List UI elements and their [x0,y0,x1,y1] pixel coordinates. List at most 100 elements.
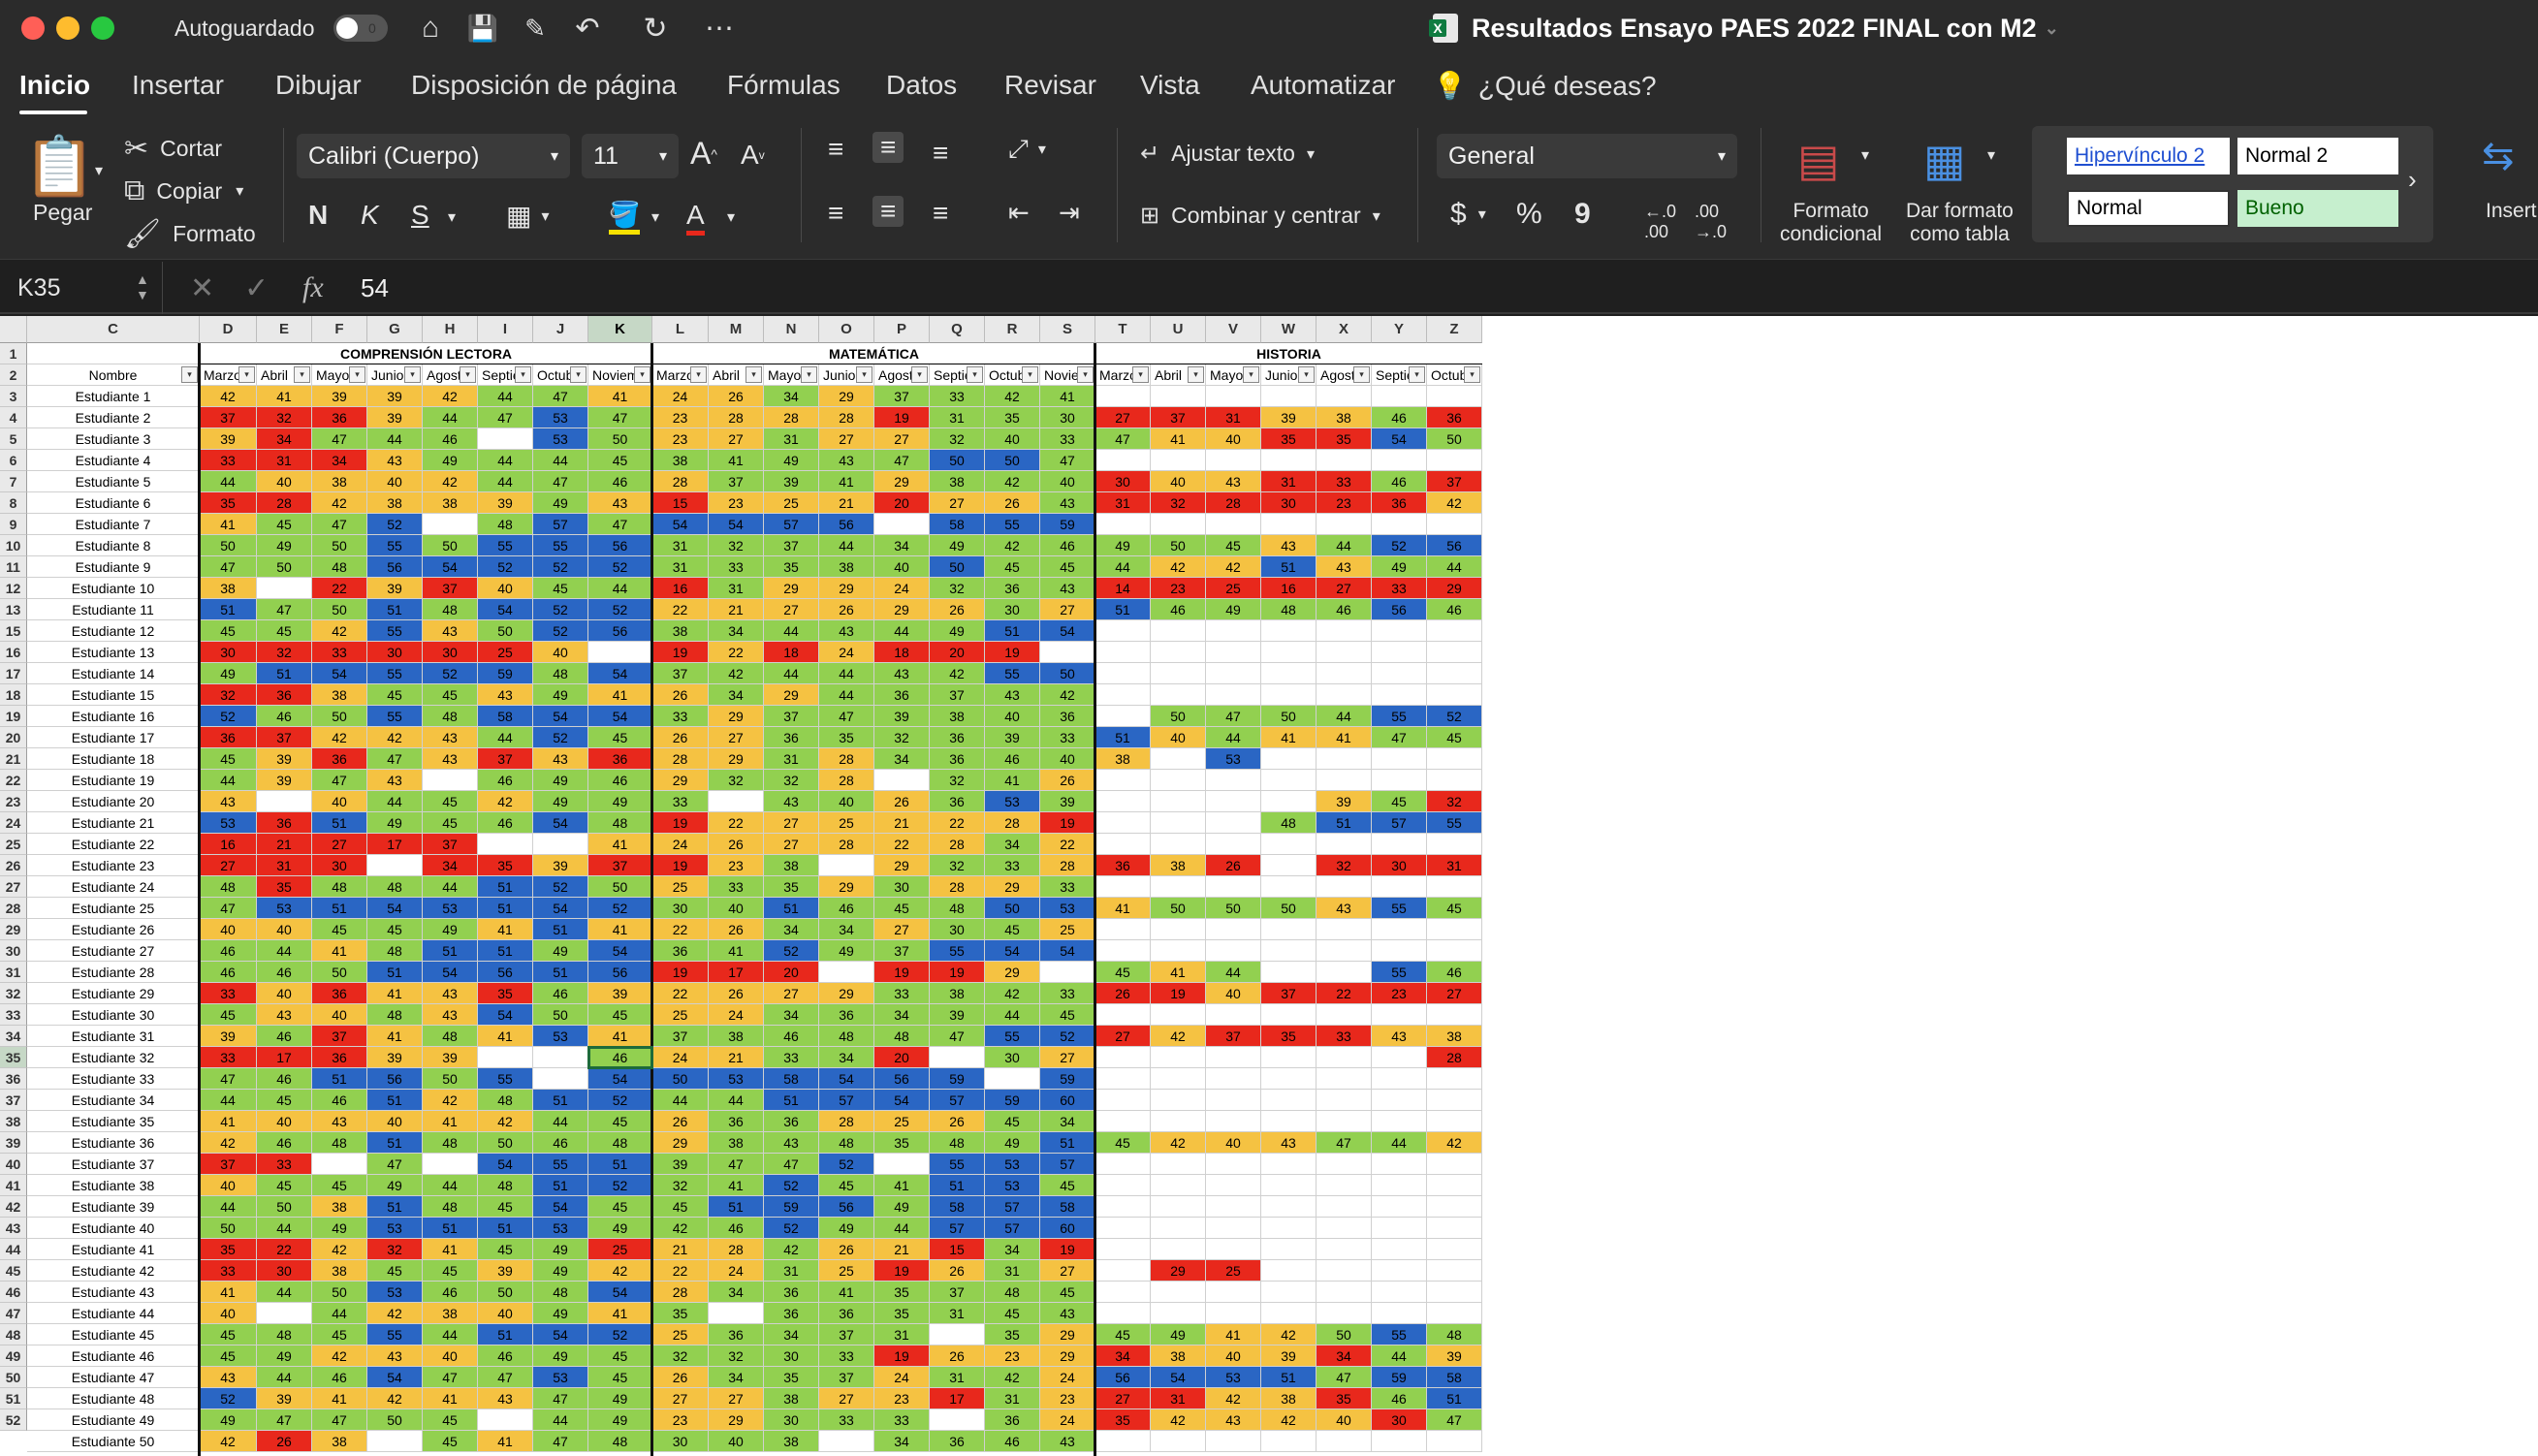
comprension-score-cell[interactable]: 51 [478,898,533,919]
historia-score-cell[interactable]: 35 [1317,1388,1372,1409]
row-header[interactable]: 6 [0,450,27,471]
matematica-score-cell[interactable]: 33 [874,1409,930,1431]
comprension-score-cell[interactable] [478,1409,533,1431]
historia-score-cell[interactable] [1095,770,1151,791]
matematica-score-cell[interactable]: 19 [874,1260,930,1282]
matematica-score-cell[interactable]: 22 [709,812,764,834]
historia-score-cell[interactable]: 35 [1261,1026,1317,1047]
column-header-k[interactable]: K [588,316,652,343]
comprension-score-cell[interactable]: 44 [367,791,423,812]
matematica-score-cell[interactable]: 33 [652,791,709,812]
comprension-score-cell[interactable]: 41 [200,1282,257,1303]
matematica-score-cell[interactable]: 27 [709,1388,764,1409]
matematica-score-cell[interactable]: 33 [930,386,985,407]
historia-score-cell[interactable] [1317,663,1372,684]
matematica-score-cell[interactable]: 36 [764,1282,819,1303]
comprension-score-cell[interactable]: 44 [200,1090,257,1111]
historia-score-cell[interactable]: 51 [1095,727,1151,748]
filter-dropdown-icon[interactable]: ▾ [690,366,707,383]
historia-score-cell[interactable]: 45 [1095,1324,1151,1345]
historia-score-cell[interactable]: 59 [1372,1367,1427,1388]
student-name-cell[interactable]: Estudiante 26 [27,919,200,940]
historia-score-cell[interactable]: 42 [1427,1132,1482,1154]
column-header-p[interactable]: P [874,316,930,343]
historia-score-cell[interactable] [1317,919,1372,940]
comprension-score-cell[interactable]: 48 [588,1132,652,1154]
comprension-score-cell[interactable]: 49 [588,1218,652,1239]
matematica-score-cell[interactable]: 22 [652,919,709,940]
student-name-cell[interactable]: Estudiante 12 [27,620,200,642]
comprension-score-cell[interactable]: 46 [257,706,312,727]
orientation-icon[interactable]: ⤢ ▾ [1008,134,1046,165]
student-name-cell[interactable]: Estudiante 25 [27,898,200,919]
style-normal[interactable]: Normal [2067,190,2230,227]
comprension-score-cell[interactable]: 51 [478,1218,533,1239]
row-header[interactable]: 36 [0,1068,27,1090]
filter-dropdown-icon[interactable]: ▾ [911,366,928,383]
stepper-icon[interactable]: ▲ ▼ [136,271,149,302]
historia-score-cell[interactable] [1095,514,1151,535]
comprension-score-cell[interactable]: 46 [423,1282,478,1303]
style-good[interactable]: Bueno [2237,190,2398,227]
align-left-icon[interactable]: ≡ [828,198,843,229]
comprension-score-cell[interactable]: 44 [200,770,257,791]
tab-disposicion[interactable]: Disposición de página [411,70,677,101]
historia-score-cell[interactable]: 42 [1151,1026,1206,1047]
comprension-score-cell[interactable]: 54 [423,962,478,983]
matematica-score-cell[interactable]: 34 [1040,1111,1095,1132]
historia-score-cell[interactable] [1151,876,1206,898]
matematica-score-cell[interactable]: 36 [764,727,819,748]
more-icon[interactable]: ⋯ [702,12,737,45]
filter-dropdown-icon[interactable]: ▾ [1022,366,1038,383]
matematica-score-cell[interactable]: 24 [874,578,930,599]
historia-score-cell[interactable] [1427,1004,1482,1026]
matematica-score-cell[interactable]: 29 [819,876,874,898]
matematica-score-cell[interactable]: 53 [985,1154,1040,1175]
matematica-score-cell[interactable]: 42 [985,471,1040,492]
matematica-score-cell[interactable]: 53 [985,1175,1040,1196]
matematica-score-cell[interactable]: 47 [709,1154,764,1175]
matematica-score-cell[interactable]: 17 [930,1388,985,1409]
comprension-score-cell[interactable]: 42 [423,1090,478,1111]
historia-score-cell[interactable] [1372,1196,1427,1218]
matematica-score-cell[interactable]: 31 [764,428,819,450]
historia-score-cell[interactable] [1206,386,1261,407]
historia-score-cell[interactable]: 39 [1261,407,1317,428]
matematica-score-cell[interactable]: 27 [1040,1260,1095,1282]
row-header[interactable]: 19 [0,706,27,727]
comprension-score-cell[interactable]: 54 [533,812,588,834]
matematica-score-cell[interactable]: 19 [985,642,1040,663]
close-window-button[interactable] [21,16,45,40]
comprension-score-cell[interactable]: 48 [423,599,478,620]
format-painter-button[interactable]: 🖌 Formato [124,217,256,251]
comprension-score-cell[interactable]: 43 [423,1004,478,1026]
comprension-score-cell[interactable]: 45 [200,1004,257,1026]
historia-score-cell[interactable] [1261,1154,1317,1175]
historia-score-cell[interactable]: 35 [1095,1409,1151,1431]
comprension-score-cell[interactable]: 49 [367,812,423,834]
comprension-score-cell[interactable]: 49 [533,1303,588,1324]
matematica-score-cell[interactable]: 29 [874,599,930,620]
comprension-score-cell[interactable]: 47 [257,599,312,620]
student-name-cell[interactable]: Estudiante 8 [27,535,200,556]
comprension-score-cell[interactable]: 44 [257,940,312,962]
historia-score-cell[interactable]: 42 [1151,1132,1206,1154]
historia-score-cell[interactable] [1427,919,1482,940]
matematica-score-cell[interactable]: 42 [930,663,985,684]
historia-score-cell[interactable] [1151,1111,1206,1132]
comprension-score-cell[interactable]: 50 [312,1282,367,1303]
filter-dropdown-icon[interactable]: ▾ [181,366,198,383]
matematica-score-cell[interactable]: 40 [985,428,1040,450]
matematica-score-cell[interactable]: 32 [709,770,764,791]
historia-score-cell[interactable] [1372,1282,1427,1303]
column-header-r[interactable]: R [985,316,1040,343]
historia-score-cell[interactable]: 38 [1095,748,1151,770]
comprension-score-cell[interactable]: 45 [367,919,423,940]
historia-score-cell[interactable] [1095,1175,1151,1196]
student-name-cell[interactable]: Estudiante 40 [27,1218,200,1239]
historia-score-cell[interactable]: 46 [1372,407,1427,428]
matematica-score-cell[interactable]: 46 [819,898,874,919]
comprension-score-cell[interactable]: 53 [533,1218,588,1239]
historia-score-cell[interactable] [1151,1047,1206,1068]
matematica-score-cell[interactable]: 44 [874,620,930,642]
